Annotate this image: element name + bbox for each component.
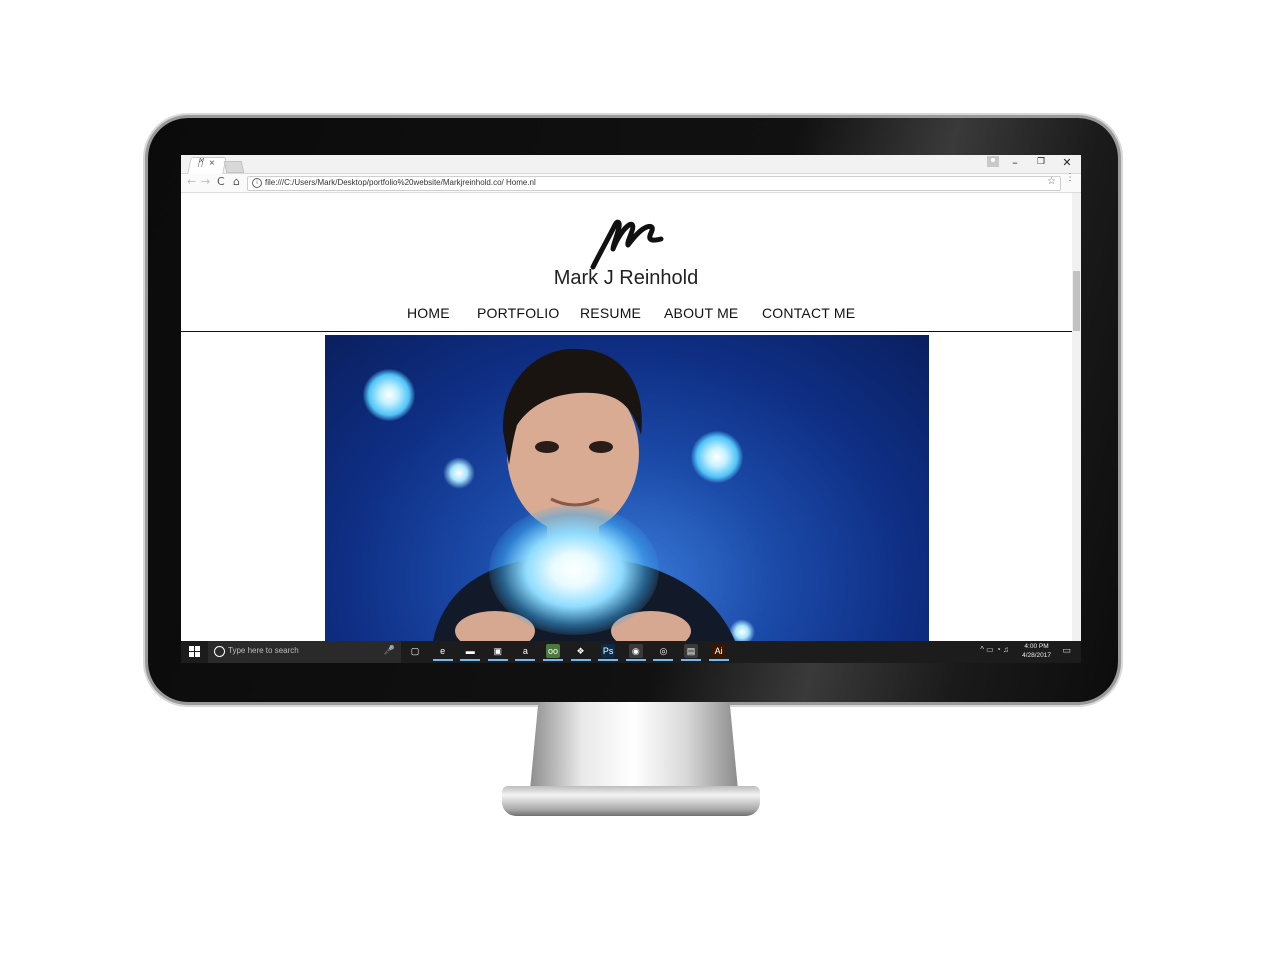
chrome-icon[interactable]: ◉ [625,644,646,661]
nav-contact-link[interactable]: CONTACT ME [762,305,855,321]
monitor-screen: ᛗ × – ❐ ✕ ← → C ⌂ i file:///C:/Users/Mar… [181,155,1081,663]
reload-icon[interactable]: C [217,175,225,188]
scrollbar-thumb[interactable] [1073,271,1080,331]
photoshop-icon[interactable]: Ps [598,644,619,661]
info-icon[interactable]: i [252,178,262,188]
web-page: Mark J Reinhold HOME PORTFOLIO RESUME AB… [181,193,1081,641]
nav-portfolio-link[interactable]: PORTFOLIO [477,305,559,321]
nav-about-link[interactable]: ABOUT ME [664,305,738,321]
taskbar-search-box[interactable]: Type here to search 🎤 [208,641,401,663]
home-icon[interactable]: ⌂ [233,175,240,188]
action-center-icon[interactable]: ▭ [1062,645,1071,656]
restore-button[interactable]: ❐ [1031,157,1051,167]
nav-home-link[interactable]: HOME [407,305,450,321]
browser-tab-strip: ᛗ × – ❐ ✕ [181,155,1081,174]
cortana-icon [214,646,225,657]
taskbar-clock[interactable]: 4:00 PM 4/28/2017 [1022,642,1051,660]
forward-arrow-icon[interactable]: → [201,175,210,188]
page-scrollbar[interactable] [1072,193,1081,641]
back-arrow-icon[interactable]: ← [187,175,196,188]
media-app-icon[interactable]: ◎ [653,644,674,661]
hero-image [325,335,929,641]
illustrator-icon[interactable]: Ai [708,644,729,661]
dropbox-icon[interactable]: ❖ [570,644,591,661]
monitor-stand-neck [530,702,738,790]
bookmark-star-icon[interactable]: ☆ [1047,176,1056,187]
amazon-icon[interactable]: a [515,644,536,661]
system-tray-icons[interactable]: ^ ▭ ◔ ♫ [980,645,1009,654]
tab-favicon-icon: ᛗ [197,158,203,169]
windows-taskbar: Type here to search 🎤 ▢ e ▬ ▣ a oo ❖ Ps ◉ ◎ ▤ Ai ^ … [181,641,1081,663]
profile-icon[interactable] [987,156,999,167]
clock-date: 4/28/2017 [1022,652,1051,659]
nav-divider [181,331,1072,332]
search-placeholder[interactable]: Type here to search [228,646,299,655]
close-window-button[interactable]: ✕ [1057,156,1077,169]
browser-toolbar: ← → C ⌂ i file:///C:/Users/Mark/Desktop/… [181,173,1081,193]
new-tab-button[interactable] [223,161,245,173]
microphone-icon[interactable]: 🎤 [384,645,395,656]
store-icon[interactable]: ▣ [487,644,508,661]
minimize-button[interactable]: – [1005,156,1025,169]
tripadvisor-icon[interactable]: oo [543,644,563,661]
browser-menu-icon[interactable]: ⋮ [1065,173,1075,183]
tab-close-icon[interactable]: × [209,158,215,169]
task-view-icon[interactable]: ▢ [408,644,422,658]
monitor-stand-base [502,786,760,816]
address-bar[interactable]: i file:///C:/Users/Mark/Desktop/portfoli… [247,176,1061,191]
edge-icon[interactable]: e [432,644,453,661]
site-title: Mark J Reinhold [553,267,699,289]
video-app-icon[interactable]: ▤ [681,644,701,661]
file-explorer-icon[interactable]: ▬ [460,644,481,661]
windows-start-icon[interactable] [189,646,200,657]
browser-tab[interactable] [187,157,227,174]
url-text[interactable]: file:///C:/Users/Mark/Desktop/portfolio%… [265,178,536,187]
clock-time: 4:00 PM [1024,643,1049,650]
energy-orb-in-hands [489,505,659,635]
nav-resume-link[interactable]: RESUME [580,305,641,321]
